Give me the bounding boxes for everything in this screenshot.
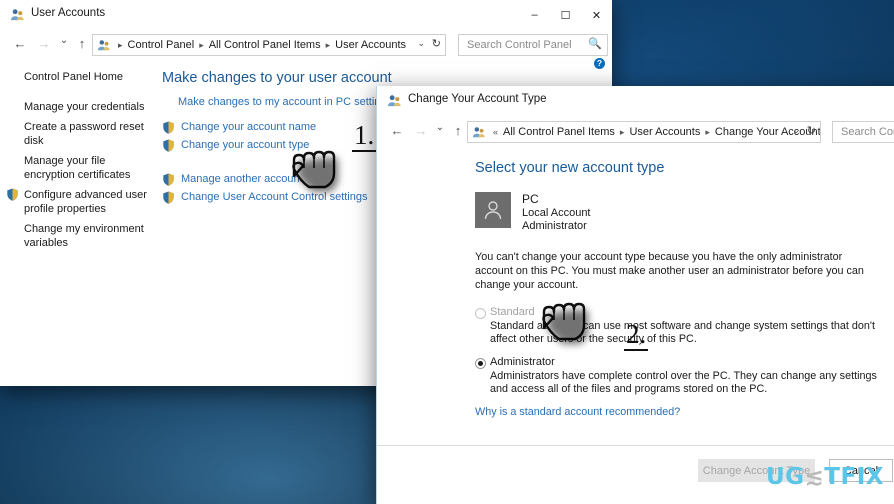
user-avatar-icon: [484, 201, 502, 220]
why-standard-account-link[interactable]: Why is a standard account recommended?: [475, 406, 885, 418]
sidebar-item-label: Configure advanced user profile properti…: [24, 189, 147, 215]
forward-button[interactable]: →: [413, 123, 429, 139]
shield-icon: [7, 188, 18, 201]
account-summary: PC Local Account Administrator: [475, 192, 885, 234]
watermark-part-3: TFIX: [824, 464, 884, 490]
user-accounts-icon: [387, 95, 401, 107]
search-input[interactable]: Search Control P: [832, 121, 894, 143]
warning-text: You can't change your account type becau…: [475, 250, 864, 291]
recent-locations-button[interactable]: ⌄: [56, 33, 72, 49]
avatar: [475, 192, 511, 228]
account-kind: Local Account: [522, 206, 591, 219]
breadcrumb-item-all-items[interactable]: All Control Panel Items: [208, 39, 322, 51]
help-question-icon[interactable]: ?: [594, 58, 605, 69]
link-label: Change your account name: [181, 121, 317, 133]
forward-button[interactable]: →: [36, 36, 52, 52]
shield-icon: [163, 121, 174, 134]
account-details: PC Local Account Administrator: [522, 192, 591, 234]
up-button[interactable]: ↑: [450, 123, 466, 139]
link-label: Change your account type: [181, 139, 310, 151]
breadcrumb-separator: ▸: [325, 39, 331, 50]
option-label: Standard: [490, 305, 535, 318]
link-label: Change User Account Control settings: [181, 191, 368, 203]
shield-icon: [163, 191, 174, 204]
sidebar-item-control-panel-home[interactable]: Control Panel Home: [0, 67, 162, 87]
step-1-annotation: 1.: [352, 120, 377, 152]
sidebar-item-password-reset-disk[interactable]: Create a password reset disk: [0, 117, 162, 151]
page-title: Make changes to your user account: [162, 70, 392, 86]
search-input[interactable]: Search Control Panel 🔍: [458, 34, 608, 56]
page-title: Select your new account type: [475, 160, 665, 176]
search-placeholder: Search Control Panel: [467, 39, 572, 51]
breadcrumb[interactable]: « All Control Panel Items ▸ User Account…: [467, 121, 821, 143]
window2-titlebar[interactable]: Change Your Account Type: [377, 86, 894, 116]
account-type-pane: Select your new account type PC Local Ac…: [377, 146, 894, 446]
refresh-icon[interactable]: ↻: [807, 124, 816, 137]
breadcrumb-item-user-accounts[interactable]: User Accounts: [334, 39, 407, 51]
chevron-down-icon[interactable]: ⌄: [792, 125, 800, 136]
breadcrumb-item-user-accounts[interactable]: User Accounts: [628, 126, 701, 138]
option-description: Administrators have complete control ove…: [490, 369, 877, 396]
window1-titlebar[interactable]: User Accounts – ☐ ✕: [0, 0, 612, 30]
window1-title: User Accounts: [31, 7, 106, 19]
step-2-annotation: 2.: [624, 319, 649, 351]
breadcrumb-separator: ▸: [705, 126, 710, 137]
breadcrumb-item-control-panel[interactable]: Control Panel: [127, 39, 196, 51]
breadcrumb-separator: ▸: [118, 39, 123, 50]
sidebar-item-advanced-user-profile[interactable]: Configure advanced user profile properti…: [0, 185, 162, 219]
user-accounts-icon: [97, 39, 110, 50]
radio-standard[interactable]: [475, 307, 486, 319]
window1-navbar[interactable]: ← → ⌄ ↑ ▸ Control Panel ▸ All Control Pa…: [0, 30, 612, 58]
user-accounts-icon: [10, 9, 24, 21]
shield-icon: [163, 173, 174, 186]
sidebar-item-environment-variables[interactable]: Change my environment variables: [0, 219, 162, 253]
chevron-down-icon[interactable]: ⌄: [417, 38, 425, 49]
watermark-part-1: UG: [765, 464, 805, 490]
up-button[interactable]: ↑: [74, 36, 90, 52]
option-label: Administrator: [490, 355, 555, 368]
back-button[interactable]: ←: [389, 123, 405, 139]
option-description: Standard accounts can use most software …: [490, 319, 875, 346]
user-accounts-icon: [472, 126, 485, 137]
option-administrator[interactable]: Administrator Administrators have comple…: [475, 356, 885, 397]
window1-controls[interactable]: – ☐ ✕: [519, 0, 612, 30]
shield-icon: [163, 139, 174, 152]
close-button[interactable]: ✕: [581, 0, 612, 30]
breadcrumb-separator: ▸: [199, 39, 204, 50]
search-placeholder: Search Control P: [841, 126, 894, 138]
account-role: Administrator: [522, 220, 587, 232]
watermark-part-2: ≲: [804, 464, 825, 490]
breadcrumb-overflow[interactable]: «: [493, 127, 498, 137]
account-name: PC: [522, 192, 539, 206]
sidebar[interactable]: Control Panel Home Manage your credentia…: [0, 58, 162, 386]
breadcrumb-item-all-items[interactable]: All Control Panel Items: [502, 126, 616, 138]
window2-title: Change Your Account Type: [408, 93, 547, 105]
back-button[interactable]: ←: [12, 36, 28, 52]
maximize-button[interactable]: ☐: [550, 0, 581, 30]
sidebar-item-manage-credentials[interactable]: Manage your credentials: [0, 97, 162, 117]
sidebar-item-file-encryption-certificates[interactable]: Manage your file encryption certificates: [0, 151, 162, 185]
recent-locations-button[interactable]: ⌄: [432, 120, 448, 136]
link-label: Manage another account: [181, 173, 303, 185]
option-standard[interactable]: Standard Standard accounts can use most …: [475, 306, 885, 347]
search-icon: 🔍: [588, 38, 602, 50]
radio-administrator[interactable]: [475, 357, 486, 369]
breadcrumb-separator: ▸: [619, 126, 625, 137]
breadcrumb[interactable]: ▸ Control Panel ▸ All Control Panel Item…: [92, 34, 446, 56]
change-account-type-window[interactable]: Change Your Account Type ← → ⌄ ↑ « All C…: [376, 86, 894, 504]
minimize-button[interactable]: –: [519, 0, 550, 30]
ugetfix-watermark: UG≲TFIX: [766, 464, 884, 490]
breadcrumb-item-change-account-type[interactable]: Change Your Account Type: [714, 126, 820, 138]
refresh-icon[interactable]: ↻: [432, 37, 441, 50]
window2-navbar[interactable]: ← → ⌄ ↑ « All Control Panel Items ▸ User…: [377, 116, 894, 146]
